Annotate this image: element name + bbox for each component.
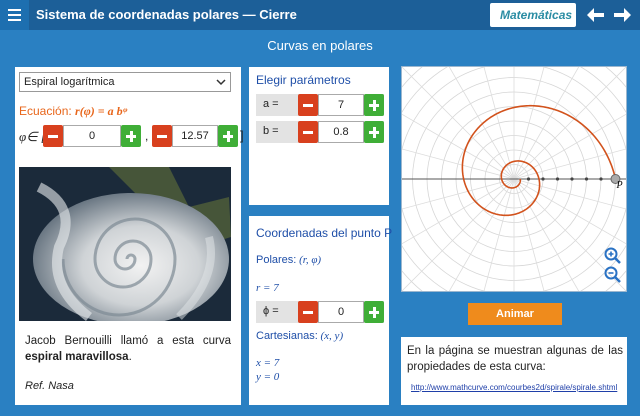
axis-tick xyxy=(570,177,574,181)
phi-point-plus-button[interactable] xyxy=(364,301,384,323)
param-b-plus-button[interactable] xyxy=(364,121,384,143)
phi-max-stepper: 12.57 xyxy=(152,125,238,147)
cartesian-label-text: Cartesianas: xyxy=(256,330,318,342)
coords-title: Coordenadas del punto P xyxy=(256,226,393,240)
equation-label: Ecuación: xyxy=(19,104,72,118)
grid-ray xyxy=(513,178,626,210)
phi-range-close: ] xyxy=(240,128,244,143)
caption-suffix: . xyxy=(128,351,132,363)
info-panel: En la página se muestran algunas de las … xyxy=(401,337,627,405)
phi-point-minus-button[interactable] xyxy=(298,301,318,323)
cartesian-label: Cartesianas: (x, y) xyxy=(256,330,343,342)
equation-formula: r(φ) = a bᵠ xyxy=(75,104,127,118)
point-p-label: P xyxy=(616,180,623,191)
polar-label-text: Polares: xyxy=(256,254,297,266)
param-a-label: a = xyxy=(263,98,279,110)
reference: Ref. Nasa xyxy=(25,380,74,392)
top-bar: Sistema de coordenadas polares — Cierre … xyxy=(0,0,640,30)
phi-min-plus-button[interactable] xyxy=(121,125,141,147)
caption: Jacob Bernouilli llamó a esta curva espi… xyxy=(25,333,231,365)
param-a-row: a = 7 xyxy=(256,94,384,116)
grid-ray xyxy=(402,67,515,180)
grid-ray xyxy=(448,67,515,180)
page-heading: Curvas en polares xyxy=(267,38,373,53)
phi-max-plus-button[interactable] xyxy=(218,125,238,147)
phi-point-stepper: 0 xyxy=(298,301,384,323)
app-title: Sistema de coordenadas polares — Cierre xyxy=(36,7,297,22)
back-arrow-icon[interactable] xyxy=(583,0,609,30)
subject-label: Matemáticas xyxy=(500,8,573,22)
phi-min-minus-button[interactable] xyxy=(43,125,63,147)
params-panel: Elegir parámetros a = 7 b = 0.8 xyxy=(249,67,389,205)
subject-tab[interactable]: Matemáticas xyxy=(490,3,576,27)
grid-ray xyxy=(513,148,626,180)
grid-ray xyxy=(513,178,580,291)
param-a-minus-button[interactable] xyxy=(298,94,318,116)
x-value: x = 7 xyxy=(256,357,280,369)
coords-panel: Coordenadas del punto P Polares: (r, φ) … xyxy=(249,216,393,405)
caption-bold: espiral maravillosa xyxy=(25,351,129,363)
y-value: y = 0 xyxy=(256,371,280,383)
hamburger-menu-icon[interactable] xyxy=(0,0,29,30)
param-b-row: b = 0.8 xyxy=(256,121,384,143)
param-a-stepper: 7 xyxy=(298,94,384,116)
cartesian-vars: (x, y) xyxy=(320,330,344,342)
info-text: En la página se muestran algunas de las … xyxy=(407,345,623,373)
phi-point-label: ϕ = xyxy=(263,305,279,317)
grid-ray xyxy=(402,178,515,245)
grid-ray xyxy=(483,67,515,180)
curve-select[interactable]: Espiral logarítmica xyxy=(19,72,231,92)
param-a-plus-button[interactable] xyxy=(364,94,384,116)
param-b-label: b = xyxy=(263,125,279,137)
grid-ray xyxy=(402,178,515,210)
phi-max-input[interactable]: 12.57 xyxy=(172,125,218,147)
axis-tick xyxy=(526,177,531,181)
curve-panel: Espiral logarítmica Ecuación: r(φ) = a b… xyxy=(15,67,244,405)
polar-graph[interactable]: P xyxy=(401,66,627,292)
phi-point-row: ϕ = 0 xyxy=(256,301,384,323)
axis-tick xyxy=(599,177,603,181)
equation: Ecuación: r(φ) = a bᵠ xyxy=(19,104,127,119)
separator-comma: , xyxy=(145,129,149,143)
grid-ray xyxy=(513,67,545,180)
info-link[interactable]: http://www.mathcurve.com/courbes2d/spira… xyxy=(411,383,617,392)
param-b-input[interactable]: 0.8 xyxy=(318,121,364,143)
grid-ray xyxy=(402,113,515,180)
grid-ray xyxy=(402,148,515,180)
polar-vars: (r, φ) xyxy=(299,254,322,266)
caption-text: Jacob Bernouilli llamó a esta curva xyxy=(25,335,231,347)
phi-point-input[interactable]: 0 xyxy=(318,301,364,323)
axis-tick xyxy=(541,177,545,181)
forward-arrow-icon[interactable] xyxy=(609,0,635,30)
phi-min-input[interactable]: 0 xyxy=(63,125,121,147)
grid-ray xyxy=(483,178,515,291)
axis-tick xyxy=(584,177,589,181)
polar-plot[interactable]: P xyxy=(402,67,626,291)
polar-label: Polares: (r, φ) xyxy=(256,254,321,266)
spiral-curve xyxy=(461,104,617,217)
r-value: r = 7 xyxy=(256,282,279,294)
param-b-stepper: 0.8 xyxy=(298,121,384,143)
axis-tick xyxy=(555,177,560,181)
hurricane-photo xyxy=(19,167,231,321)
phi-max-minus-button[interactable] xyxy=(152,125,172,147)
phi-range-label: φ∈ [ xyxy=(19,129,46,144)
grid-ray xyxy=(513,178,545,291)
zoom-out-icon[interactable] xyxy=(604,266,622,284)
chevron-down-icon xyxy=(216,79,226,86)
zoom-in-icon[interactable] xyxy=(604,247,622,265)
param-a-input[interactable]: 7 xyxy=(318,94,364,116)
grid-ray xyxy=(402,178,515,291)
curve-select-value: Espiral logarítmica xyxy=(24,76,115,88)
phi-min-stepper: 0 xyxy=(43,125,141,147)
params-title: Elegir parámetros xyxy=(256,73,351,87)
grid-ray xyxy=(513,67,626,180)
animate-button[interactable]: Animar xyxy=(468,303,562,325)
param-b-minus-button[interactable] xyxy=(298,121,318,143)
